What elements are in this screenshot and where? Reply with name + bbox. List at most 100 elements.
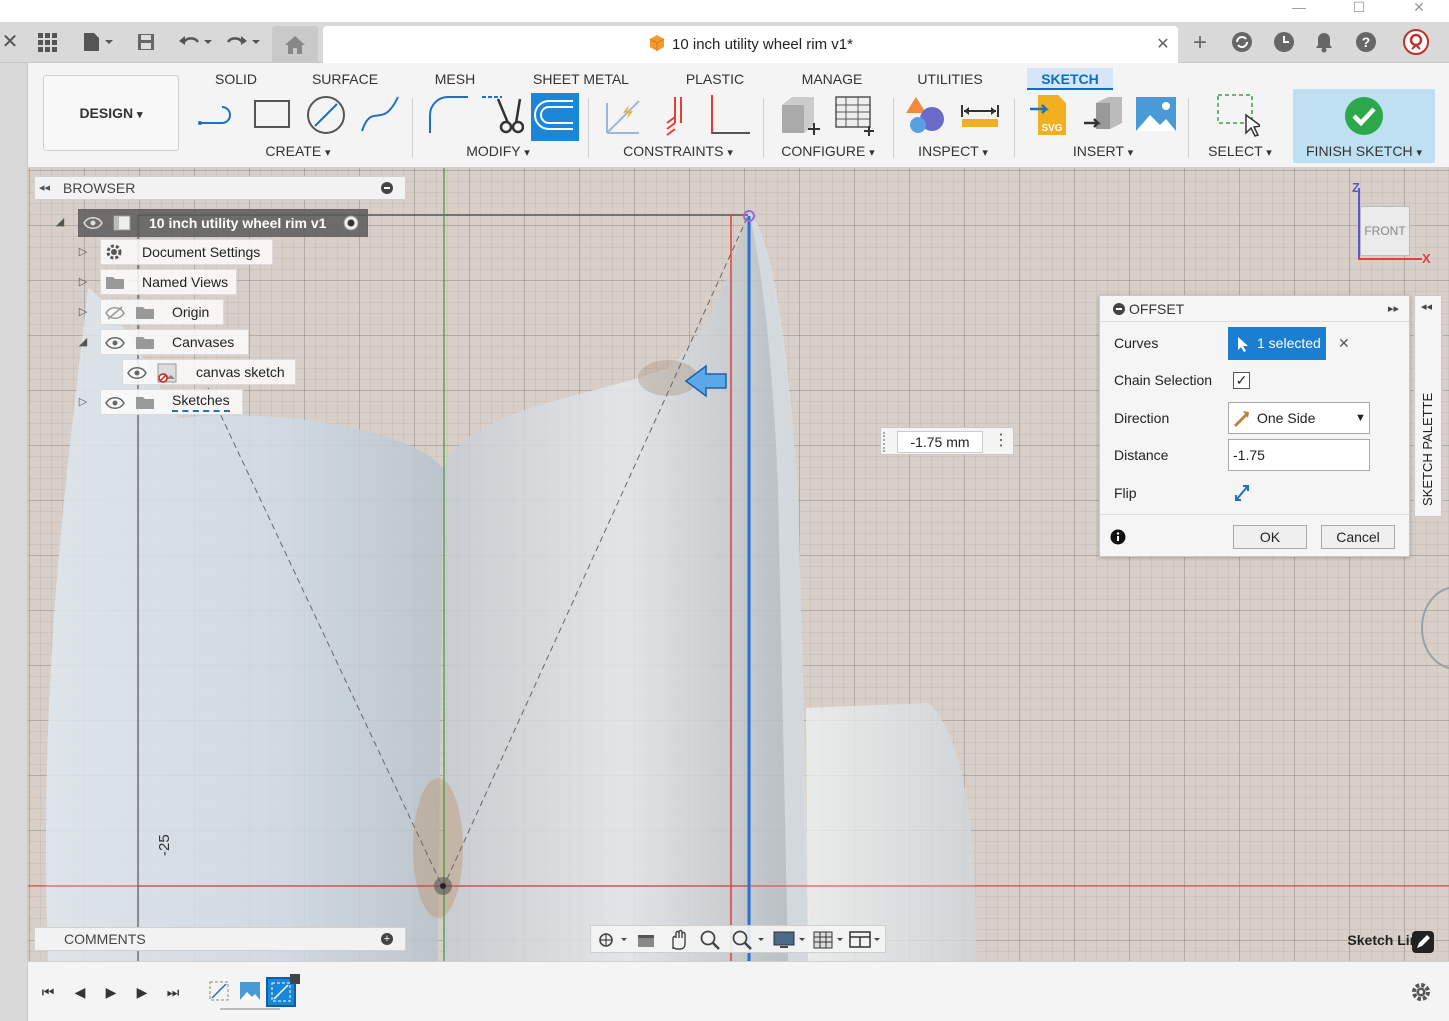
collapse-canvases-icon[interactable]: ◢ xyxy=(76,330,90,354)
eye-icon[interactable] xyxy=(127,366,147,380)
tab-plastic[interactable]: PLASTIC xyxy=(675,68,755,90)
appearance-shapes-icon[interactable] xyxy=(904,93,948,137)
minimize-button[interactable]: — xyxy=(1276,0,1322,22)
ok-button[interactable]: OK xyxy=(1233,525,1307,549)
direction-select[interactable]: One Side ▼ xyxy=(1228,402,1370,434)
eye-hidden-icon[interactable] xyxy=(105,306,125,320)
line-tool-icon[interactable] xyxy=(196,93,240,137)
collapse-browser-icon[interactable]: ◂◂ xyxy=(39,177,55,199)
data-panel-grid-icon[interactable] xyxy=(34,22,60,63)
notifications-bell-icon[interactable] xyxy=(1312,22,1336,63)
select-group-label[interactable]: SELECT ▾ xyxy=(1188,142,1292,160)
tab-sheet-metal[interactable]: SHEET METAL xyxy=(526,68,636,90)
job-status-clock-icon[interactable] xyxy=(1270,22,1298,63)
workspace-switcher-button[interactable]: DESIGN ▾ xyxy=(43,75,179,151)
save-icon[interactable] xyxy=(134,22,158,63)
curves-selection-chip[interactable]: 1 selected xyxy=(1228,327,1326,360)
browser-item-canvas-sketch[interactable]: canvas sketch xyxy=(122,359,296,385)
perpendicular-constraint-icon[interactable] xyxy=(655,93,699,137)
change-parameters-icon[interactable] xyxy=(778,93,822,137)
redo-icon[interactable] xyxy=(224,22,264,63)
timeline-sketch-icon[interactable] xyxy=(208,980,230,1002)
grid-snap-icon[interactable] xyxy=(813,929,847,951)
circle-tool-icon[interactable] xyxy=(304,93,348,137)
expand-dialog-icon[interactable]: ▸▸ xyxy=(1388,296,1404,322)
tab-surface[interactable]: SURFACE xyxy=(305,68,385,90)
viewcube-front-face[interactable]: FRONT xyxy=(1360,206,1410,256)
expand-root-icon[interactable]: ◢ xyxy=(53,210,67,234)
tab-manage[interactable]: MANAGE xyxy=(792,68,872,90)
eye-icon[interactable] xyxy=(83,216,103,230)
look-at-icon[interactable] xyxy=(635,930,657,950)
tab-utilities[interactable]: UTILITIES xyxy=(910,68,990,90)
sketch-status-icon[interactable] xyxy=(1412,931,1434,953)
step-back-icon[interactable]: ◀ xyxy=(68,980,92,1004)
canvas-viewport[interactable]: -25 -1.75 mm ⋮ Z X FRONT Sketch Line xyxy=(28,168,1449,961)
inspect-group-label[interactable]: INSPECT ▾ xyxy=(903,142,1003,160)
eye-icon[interactable] xyxy=(105,396,125,410)
browser-item-named-views[interactable]: Named Views xyxy=(100,269,237,295)
horizontal-vertical-constraint-icon[interactable] xyxy=(708,93,752,137)
clear-selection-icon[interactable]: ✕ xyxy=(1338,333,1352,353)
undo-icon[interactable] xyxy=(176,22,216,63)
offset-tool-button[interactable] xyxy=(531,93,579,141)
pan-hand-icon[interactable] xyxy=(667,929,689,951)
extensions-icon[interactable] xyxy=(1228,22,1256,63)
configure-group-label[interactable]: CONFIGURE ▾ xyxy=(773,142,883,160)
fillet-tool-icon[interactable] xyxy=(426,93,470,137)
add-comment-icon[interactable]: + xyxy=(381,933,393,945)
browser-item-canvases[interactable]: Canvases xyxy=(100,329,249,355)
document-tab[interactable]: 10 inch utility wheel rim v1* ✕ xyxy=(323,26,1178,63)
tab-sketch[interactable]: SKETCH xyxy=(1027,68,1113,90)
drag-handle-icon[interactable] xyxy=(883,432,887,452)
timeline-canvas-icon[interactable] xyxy=(239,980,261,1002)
play-icon[interactable]: ▶ xyxy=(99,980,123,1004)
user-avatar-icon[interactable] xyxy=(1400,22,1432,63)
zoom-icon[interactable] xyxy=(699,929,721,951)
timeline-marker[interactable] xyxy=(290,974,300,984)
close-tab-icon[interactable]: ✕ xyxy=(1153,26,1173,63)
tab-mesh[interactable]: MESH xyxy=(425,68,485,90)
tab-solid[interactable]: SOLID xyxy=(206,68,266,90)
distance-input[interactable]: -1.75 xyxy=(1228,439,1370,471)
window-select-icon[interactable] xyxy=(1216,93,1260,137)
dimension-value-input[interactable]: -1.75 mm xyxy=(897,431,983,453)
browser-item-document-settings[interactable]: Document Settings xyxy=(100,239,273,265)
coincident-constraint-icon[interactable] xyxy=(601,93,645,137)
expand-document-settings-icon[interactable]: ▷ xyxy=(76,240,90,264)
chain-selection-checkbox[interactable]: ✓ xyxy=(1233,372,1250,389)
go-to-end-icon[interactable]: ⏭ xyxy=(161,980,185,1004)
dialog-collapse-icon[interactable] xyxy=(1113,303,1125,315)
home-tab[interactable] xyxy=(272,26,318,63)
flip-arrows-icon[interactable] xyxy=(1233,483,1251,503)
browser-item-origin[interactable]: Origin xyxy=(100,299,224,325)
expand-sketches-icon[interactable]: ▷ xyxy=(76,390,90,414)
browser-minimize-icon[interactable] xyxy=(381,182,393,194)
info-icon[interactable] xyxy=(1110,529,1126,545)
go-to-start-icon[interactable]: ⏮ xyxy=(36,980,60,1004)
eye-icon[interactable] xyxy=(105,336,125,350)
display-settings-icon[interactable] xyxy=(773,929,807,951)
cancel-button[interactable]: Cancel xyxy=(1321,525,1395,549)
insert-mesh-icon[interactable] xyxy=(1082,93,1126,137)
expand-named-views-icon[interactable]: ▷ xyxy=(76,270,90,294)
browser-item-sketches[interactable]: Sketches xyxy=(100,389,243,415)
orbit-icon[interactable] xyxy=(597,930,629,950)
comments-panel-header[interactable]: COMMENTS + xyxy=(34,927,406,951)
help-icon[interactable]: ? xyxy=(1352,22,1380,63)
insert-canvas-image-icon[interactable] xyxy=(1134,93,1178,137)
constraints-group-label[interactable]: CONSTRAINTS ▾ xyxy=(613,142,743,160)
trim-scissors-icon[interactable] xyxy=(480,93,524,137)
timeline-settings-gear-icon[interactable] xyxy=(1410,981,1432,1003)
maximize-button[interactable]: ☐ xyxy=(1336,0,1382,22)
configuration-table-icon[interactable] xyxy=(832,93,876,137)
activate-radio-icon[interactable] xyxy=(342,214,360,232)
create-group-label[interactable]: CREATE ▾ xyxy=(248,142,348,160)
close-panel-icon[interactable]: ✕ xyxy=(0,22,20,63)
insert-group-label[interactable]: INSERT ▾ xyxy=(1053,142,1153,160)
new-tab-plus-icon[interactable]: + xyxy=(1186,22,1214,63)
modify-group-label[interactable]: MODIFY ▾ xyxy=(453,142,543,160)
file-menu-icon[interactable] xyxy=(78,22,118,63)
sketch-palette-tab[interactable]: ◂◂ SKETCH PALETTE xyxy=(1414,295,1442,517)
insert-svg-icon[interactable]: SVG xyxy=(1028,93,1072,137)
